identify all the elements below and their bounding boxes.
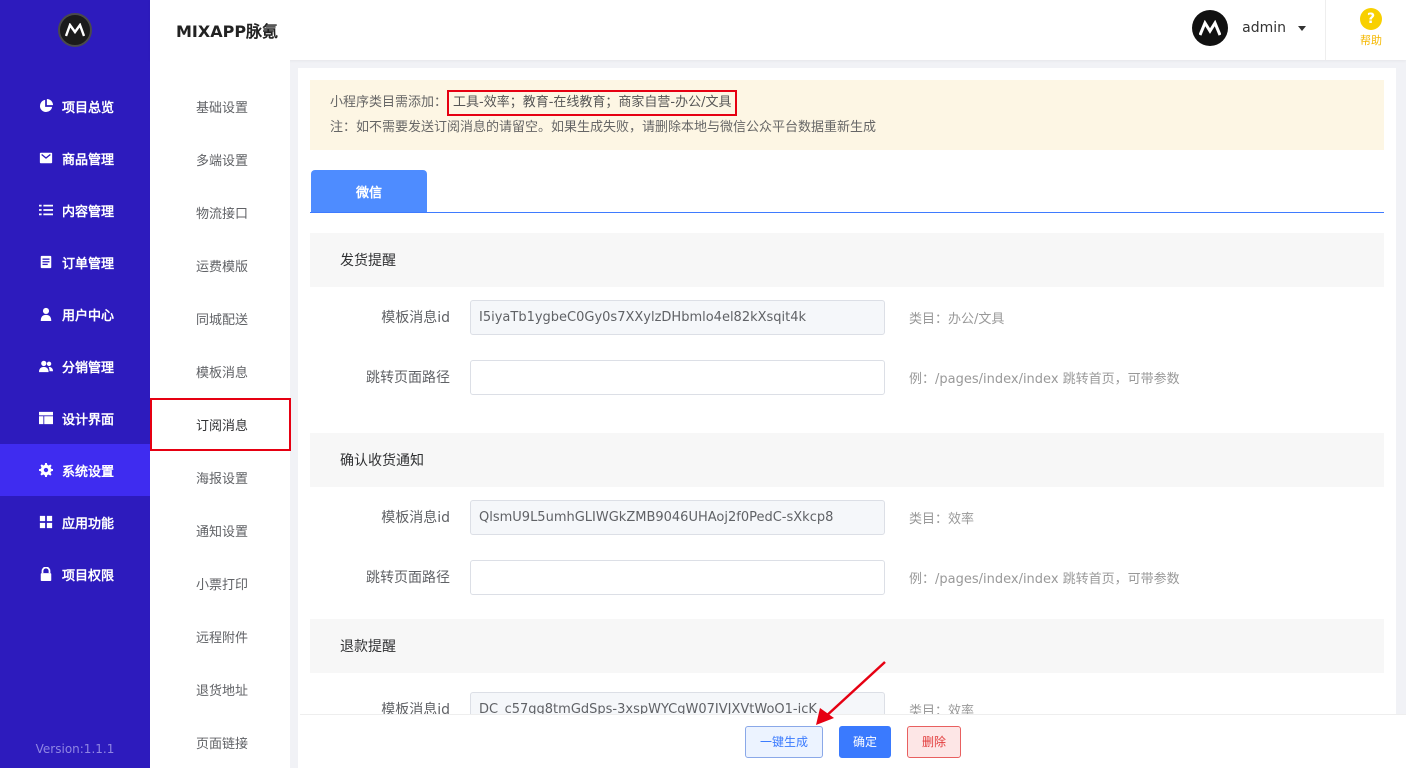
template-id-field[interactable]: QlsmU9L5umhGLIWGkZMB9046UHAoj2f0PedC-sXk… — [470, 499, 885, 535]
header-divider — [1325, 0, 1326, 60]
sidebar-item-design[interactable]: 设计界面 — [0, 392, 150, 444]
user-menu[interactable]: admin — [1192, 10, 1306, 46]
sidebar-item-label: 分销管理 — [62, 360, 115, 376]
logo[interactable] — [58, 13, 92, 47]
submenu-item[interactable]: 多端设置 — [150, 133, 290, 186]
main-nav: 项目总览 商品管理 内容管理 订单管理 用户中心 分销管理 设计界面 系统设置 — [0, 80, 150, 600]
submenu-item[interactable]: 基础设置 — [150, 80, 290, 133]
confirm-button[interactable]: 确定 — [839, 725, 891, 758]
help-button[interactable]: ? 帮助 — [1360, 8, 1382, 48]
pie-chart-icon — [38, 98, 54, 114]
category-hint: 类目：效率 — [909, 511, 975, 527]
lock-icon — [38, 566, 54, 582]
chevron-down-icon[interactable] — [1298, 25, 1306, 31]
path-hint: 例：/pages/index/index 跳转首页，可带参数 — [909, 571, 1180, 587]
submenu-item[interactable]: 海报设置 — [150, 451, 290, 504]
users-icon — [38, 358, 54, 374]
submenu-item[interactable]: 物流接口 — [150, 186, 290, 239]
action-footer: 一键生成 确定 删除 — [300, 714, 1406, 768]
grid-icon — [38, 514, 54, 530]
mail-icon — [38, 150, 54, 166]
gear-icon — [38, 462, 54, 478]
delete-button[interactable]: 删除 — [907, 725, 961, 758]
form-label: 模板消息id — [381, 310, 450, 326]
form-label: 跳转页面路径 — [366, 570, 450, 586]
tab-wechat[interactable]: 微信 — [311, 170, 427, 212]
submenu-item-active[interactable]: 订阅消息 — [150, 398, 291, 451]
top-header: MIXAPP脉氪 admin ? 帮助 — [150, 0, 1406, 60]
submenu-item[interactable]: 模板消息 — [150, 345, 290, 398]
sidebar-item-label: 设计界面 — [62, 412, 115, 428]
sidebar-item-label: 系统设置 — [62, 464, 115, 480]
sidebar-item-orders[interactable]: 订单管理 — [0, 236, 150, 288]
sidebar-item-content[interactable]: 内容管理 — [0, 184, 150, 236]
submenu-item[interactable]: 页面链接 — [150, 716, 290, 768]
avatar[interactable] — [1192, 10, 1229, 46]
settings-submenu: 基础设置 多端设置 物流接口 运费模版 同城配送 模板消息 订阅消息 海报设置 … — [150, 60, 291, 768]
sidebar-item-label: 项目总览 — [62, 100, 115, 116]
sidebar-item-label: 应用功能 — [62, 516, 115, 532]
generate-button[interactable]: 一键生成 — [745, 725, 823, 758]
template-id-field[interactable]: I5iyaTb1ygbeC0Gy0s7XXylzDHbmlo4el82kXsqi… — [470, 299, 885, 335]
sidebar-item-label: 项目权限 — [62, 568, 115, 584]
form-row: 模板消息id QlsmU9L5umhGLIWGkZMB9046UHAoj2f0P… — [310, 487, 1384, 547]
submenu-item[interactable]: 退货地址 — [150, 663, 290, 716]
help-label: 帮助 — [1360, 34, 1382, 47]
section-header: 退款提醒 — [310, 619, 1384, 673]
sidebar-item-permissions[interactable]: 项目权限 — [0, 548, 150, 600]
app-title: MIXAPP脉氪 — [176, 22, 279, 41]
sidebar-item-overview[interactable]: 项目总览 — [0, 80, 150, 132]
submenu-item[interactable]: 同城配送 — [150, 292, 290, 345]
submenu-item[interactable]: 通知设置 — [150, 504, 290, 557]
form-row: 跳转页面路径 例：/pages/index/index 跳转首页，可带参数 — [310, 347, 1384, 407]
notice-prefix: 小程序类目需添加： — [330, 95, 448, 110]
path-hint: 例：/pages/index/index 跳转首页，可带参数 — [909, 371, 1180, 387]
help-icon: ? — [1360, 8, 1382, 30]
sidebar-item-label: 订单管理 — [62, 256, 115, 272]
document-icon — [38, 254, 54, 270]
form-row: 跳转页面路径 例：/pages/index/index 跳转首页，可带参数 — [310, 547, 1384, 607]
submenu-item[interactable]: 运费模版 — [150, 239, 290, 292]
notice-categories: 工具-效率；教育-在线教育；商家自营-办公/文具 — [447, 90, 738, 116]
section-header: 确认收货通知 — [310, 433, 1384, 487]
version-text: Version:1.1.1 — [35, 742, 115, 756]
notice-box: 小程序类目需添加： 工具-效率；教育-在线教育；商家自营-办公/文具 注：如不需要… — [310, 80, 1384, 150]
submenu-item[interactable]: 小票打印 — [150, 557, 290, 610]
sidebar-item-label: 内容管理 — [62, 204, 115, 220]
sidebar-item-products[interactable]: 商品管理 — [0, 132, 150, 184]
submenu-item[interactable]: 远程附件 — [150, 610, 290, 663]
notice-note: 注：如不需要发送订阅消息的请留空。如果生成失败，请删除本地与微信公众平台数据重新… — [330, 120, 877, 135]
sidebar-item-apps[interactable]: 应用功能 — [0, 496, 150, 548]
sidebar-item-users[interactable]: 用户中心 — [0, 288, 150, 340]
section-header: 发货提醒 — [310, 233, 1384, 287]
sidebar-item-settings[interactable]: 系统设置 — [0, 444, 150, 496]
username[interactable]: admin — [1242, 20, 1286, 36]
list-icon — [38, 202, 54, 218]
page-path-field[interactable] — [470, 559, 885, 595]
logo-area — [0, 0, 150, 60]
category-hint: 类目：办公/文具 — [909, 311, 1005, 327]
platform-tabs: 微信 — [310, 170, 1384, 213]
form-row: 模板消息id I5iyaTb1ygbeC0Gy0s7XXylzDHbmlo4el… — [310, 287, 1384, 347]
form-label: 模板消息id — [381, 510, 450, 526]
sidebar-item-label: 商品管理 — [62, 152, 115, 168]
main-content: 小程序类目需添加： 工具-效率；教育-在线教育；商家自营-办公/文具 注：如不需要… — [298, 68, 1396, 768]
page-path-field[interactable] — [470, 359, 885, 395]
form-label: 跳转页面路径 — [366, 370, 450, 386]
sidebar-item-distribution[interactable]: 分销管理 — [0, 340, 150, 392]
sidebar: 项目总览 商品管理 内容管理 订单管理 用户中心 分销管理 设计界面 系统设置 — [0, 0, 150, 768]
user-icon — [38, 306, 54, 322]
sidebar-item-label: 用户中心 — [62, 308, 115, 324]
layout-icon — [38, 410, 54, 426]
